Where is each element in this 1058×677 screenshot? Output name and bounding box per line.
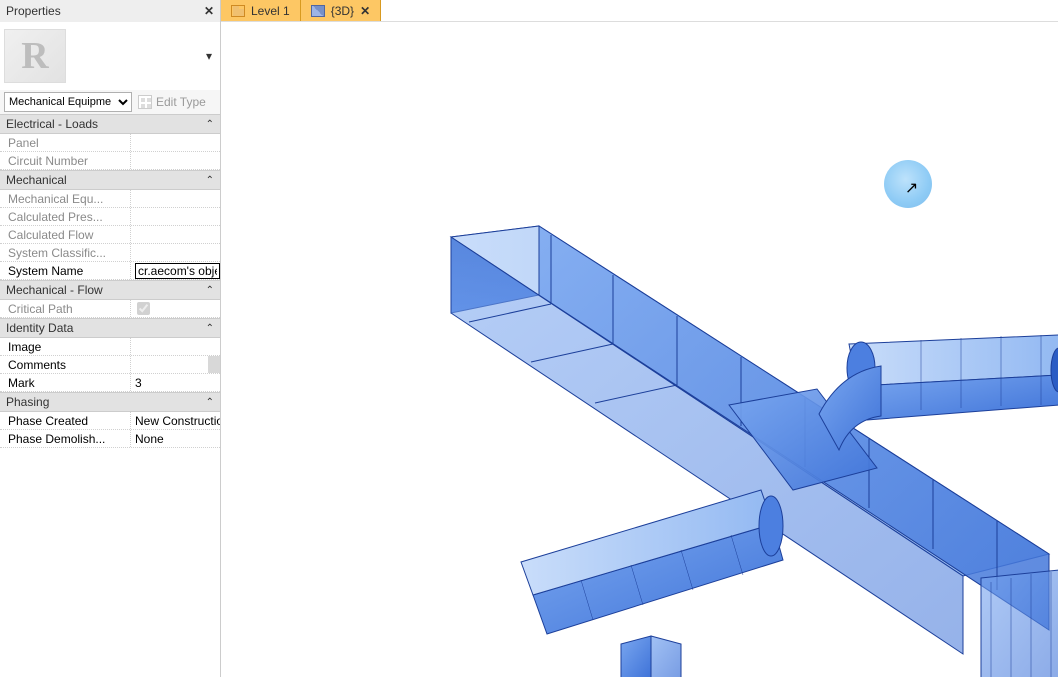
- type-thumbnail: R: [4, 29, 66, 83]
- section-mechanical-flow[interactable]: Mechanical - Flow ⌃: [0, 280, 220, 300]
- prop-image[interactable]: Image: [0, 338, 220, 356]
- duct-3d-model: [221, 22, 1058, 677]
- section-identity-data[interactable]: Identity Data ⌃: [0, 318, 220, 338]
- properties-panel: Properties ✕ R ▾ Mechanical Equipme Edit…: [0, 0, 221, 677]
- section-mechanical[interactable]: Mechanical ⌃: [0, 170, 220, 190]
- edit-type-icon: [138, 95, 152, 109]
- prop-circuit-number[interactable]: Circuit Number: [0, 152, 220, 170]
- chevron-up-icon: ⌃: [206, 397, 214, 408]
- prop-system-name[interactable]: System Name: [0, 262, 220, 280]
- prop-phase-demolished[interactable]: Phase Demolish... None: [0, 430, 220, 448]
- tab-3d[interactable]: {3D} ✕: [301, 0, 381, 21]
- section-electrical-loads[interactable]: Electrical - Loads ⌃: [0, 114, 220, 134]
- 3d-viewport[interactable]: [221, 22, 1058, 677]
- prop-comments[interactable]: Comments: [0, 356, 220, 374]
- prop-mark[interactable]: Mark 3: [0, 374, 220, 392]
- system-name-input[interactable]: [135, 263, 220, 279]
- cursor-highlight-icon: [884, 160, 932, 208]
- chevron-up-icon: ⌃: [206, 119, 214, 130]
- prop-mechanical-equipment[interactable]: Mechanical Equ...: [0, 190, 220, 208]
- prop-critical-path[interactable]: Critical Path: [0, 300, 220, 318]
- prop-calculated-pressure[interactable]: Calculated Pres...: [0, 208, 220, 226]
- prop-calculated-flow[interactable]: Calculated Flow: [0, 226, 220, 244]
- tab-close-icon[interactable]: ✕: [360, 4, 370, 18]
- critical-path-checkbox: [137, 302, 150, 315]
- prop-phase-created[interactable]: Phase Created New Construction: [0, 412, 220, 430]
- view-tabs: Level 1 {3D} ✕: [221, 0, 1058, 22]
- prop-system-classification[interactable]: System Classific...: [0, 244, 220, 262]
- chevron-up-icon: ⌃: [206, 285, 214, 296]
- prop-panel[interactable]: Panel: [0, 134, 220, 152]
- panel-close-icon[interactable]: ✕: [204, 4, 214, 18]
- panel-title: Properties: [6, 4, 61, 18]
- section-phasing[interactable]: Phasing ⌃: [0, 392, 220, 412]
- cube-3d-icon: [311, 5, 325, 17]
- edit-type-button: Edit Type: [138, 95, 206, 109]
- type-thumbnail-row: R ▾: [0, 22, 220, 90]
- chevron-up-icon: ⌃: [206, 323, 214, 334]
- type-selector[interactable]: Mechanical Equipme: [4, 92, 132, 112]
- panel-header: Properties ✕: [0, 0, 220, 22]
- chevron-up-icon: ⌃: [206, 175, 214, 186]
- plan-view-icon: [231, 5, 245, 17]
- tab-level-1[interactable]: Level 1: [221, 0, 301, 21]
- thumbnail-dropdown-icon[interactable]: ▾: [202, 49, 216, 63]
